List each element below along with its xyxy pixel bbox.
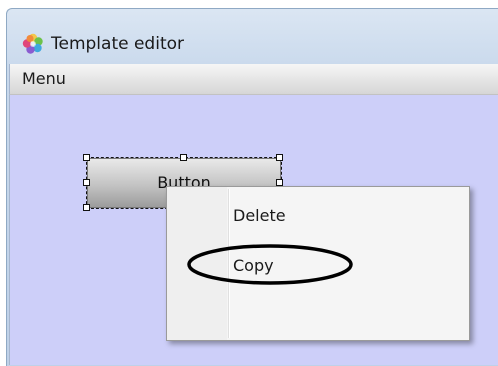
resize-handle-top-right[interactable] <box>276 154 283 161</box>
context-menu-gutter-separator <box>228 189 230 338</box>
menu-bar: Menu <box>9 64 498 95</box>
resize-handle-bottom-left[interactable] <box>83 204 90 211</box>
context-menu: Delete Copy <box>166 186 470 341</box>
menu-item-menu[interactable]: Menu <box>20 69 68 89</box>
resize-handle-top-left[interactable] <box>83 154 90 161</box>
resize-handle-middle-right[interactable] <box>276 179 283 186</box>
context-menu-icon-gutter <box>167 187 227 340</box>
context-menu-item-delete[interactable]: Delete <box>233 206 286 226</box>
window-title: Template editor <box>51 33 184 55</box>
context-menu-item-copy[interactable]: Copy <box>233 256 274 276</box>
resize-handle-top-center[interactable] <box>180 154 187 161</box>
resize-handle-middle-left[interactable] <box>83 179 90 186</box>
app-flower-icon <box>22 33 44 55</box>
